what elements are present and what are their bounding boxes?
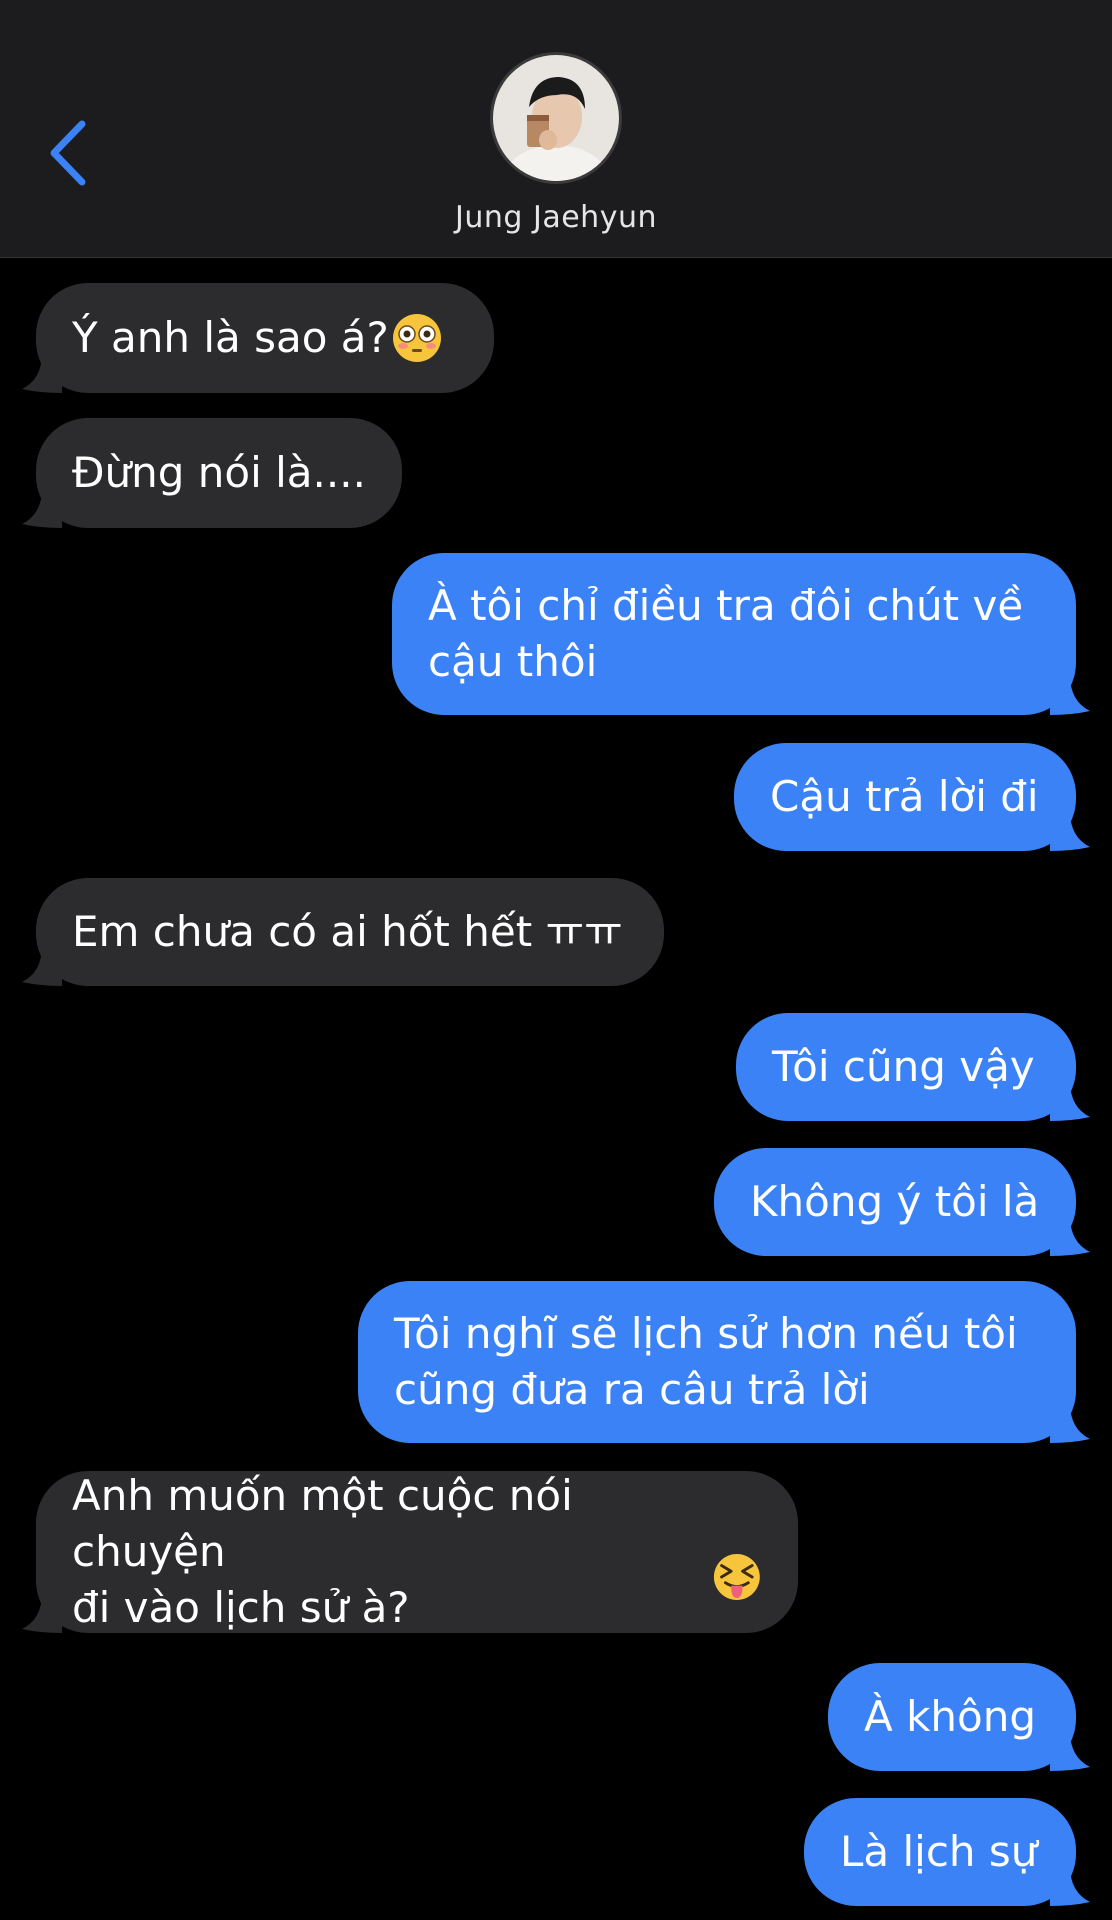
message-text: Là lịch sự: [840, 1827, 1038, 1876]
message-text: Tôi nghĩ sẽ lịch sử hơn nếu tôi cũng đưa…: [394, 1309, 1018, 1414]
message-bubble[interactable]: À không: [828, 1663, 1090, 1771]
message-bubble[interactable]: Em chưa có ai hốt hết ㅠㅠ: [22, 878, 664, 986]
bubble-tail: [1050, 1081, 1090, 1121]
bubble-tail: [22, 946, 62, 986]
flushed-face-emoji-icon: [392, 314, 441, 362]
message-text: Tôi cũng vậy: [772, 1042, 1035, 1091]
squinting-tongue-face-emoji-icon: [714, 1554, 761, 1600]
message-bubble[interactable]: Anh muốn một cuộc nói chuyện đi vào lịch…: [22, 1471, 798, 1633]
message-bubble[interactable]: Đừng nói là....: [22, 418, 402, 528]
message-text: À không: [864, 1692, 1036, 1741]
bubble-tail: [22, 353, 62, 393]
bubble-tail: [1050, 811, 1090, 851]
message-bubble[interactable]: Không ý tôi là: [714, 1148, 1090, 1256]
message-bubble[interactable]: Tôi cũng vậy: [736, 1013, 1090, 1121]
message-bubble[interactable]: Là lịch sự: [804, 1798, 1090, 1906]
message-thread: Ý anh là sao á? Đừng nói là.... À tôi ch…: [0, 258, 1112, 1920]
back-button[interactable]: [44, 118, 94, 188]
message-text: Anh muốn một cuộc nói chuyện đi vào lịch…: [72, 1471, 573, 1632]
bubble-tail: [1050, 1216, 1090, 1256]
message-bubble[interactable]: À tôi chỉ điều tra đôi chút về cậu thôi: [392, 553, 1090, 715]
message-text: Ý anh là sao á?: [72, 313, 389, 362]
chevron-left-icon: [50, 120, 86, 186]
bubble-tail: [22, 488, 62, 528]
conversation-header: Jung Jaehyun: [0, 0, 1112, 258]
bubble-tail: [1050, 1866, 1090, 1906]
bubble-tail: [1050, 1403, 1090, 1443]
message-bubble[interactable]: Cậu trả lời đi: [734, 743, 1090, 851]
bubble-tail: [22, 1593, 62, 1633]
message-text: Đừng nói là....: [72, 448, 366, 497]
message-bubble[interactable]: Tôi nghĩ sẽ lịch sử hơn nếu tôi cũng đưa…: [358, 1281, 1090, 1443]
contact-name[interactable]: Jung Jaehyun: [0, 200, 1112, 235]
message-bubble[interactable]: Ý anh là sao á?: [22, 283, 494, 393]
contact-avatar[interactable]: [493, 55, 619, 181]
message-text: Cậu trả lời đi: [770, 772, 1039, 821]
bubble-tail: [1050, 1731, 1090, 1771]
avatar-photo: [493, 55, 619, 181]
message-text: Không ý tôi là: [750, 1177, 1040, 1226]
message-text: Em chưa có ai hốt hết ㅠㅠ: [72, 907, 623, 956]
message-text: À tôi chỉ điều tra đôi chút về cậu thôi: [428, 581, 1024, 686]
bubble-tail: [1050, 675, 1090, 715]
